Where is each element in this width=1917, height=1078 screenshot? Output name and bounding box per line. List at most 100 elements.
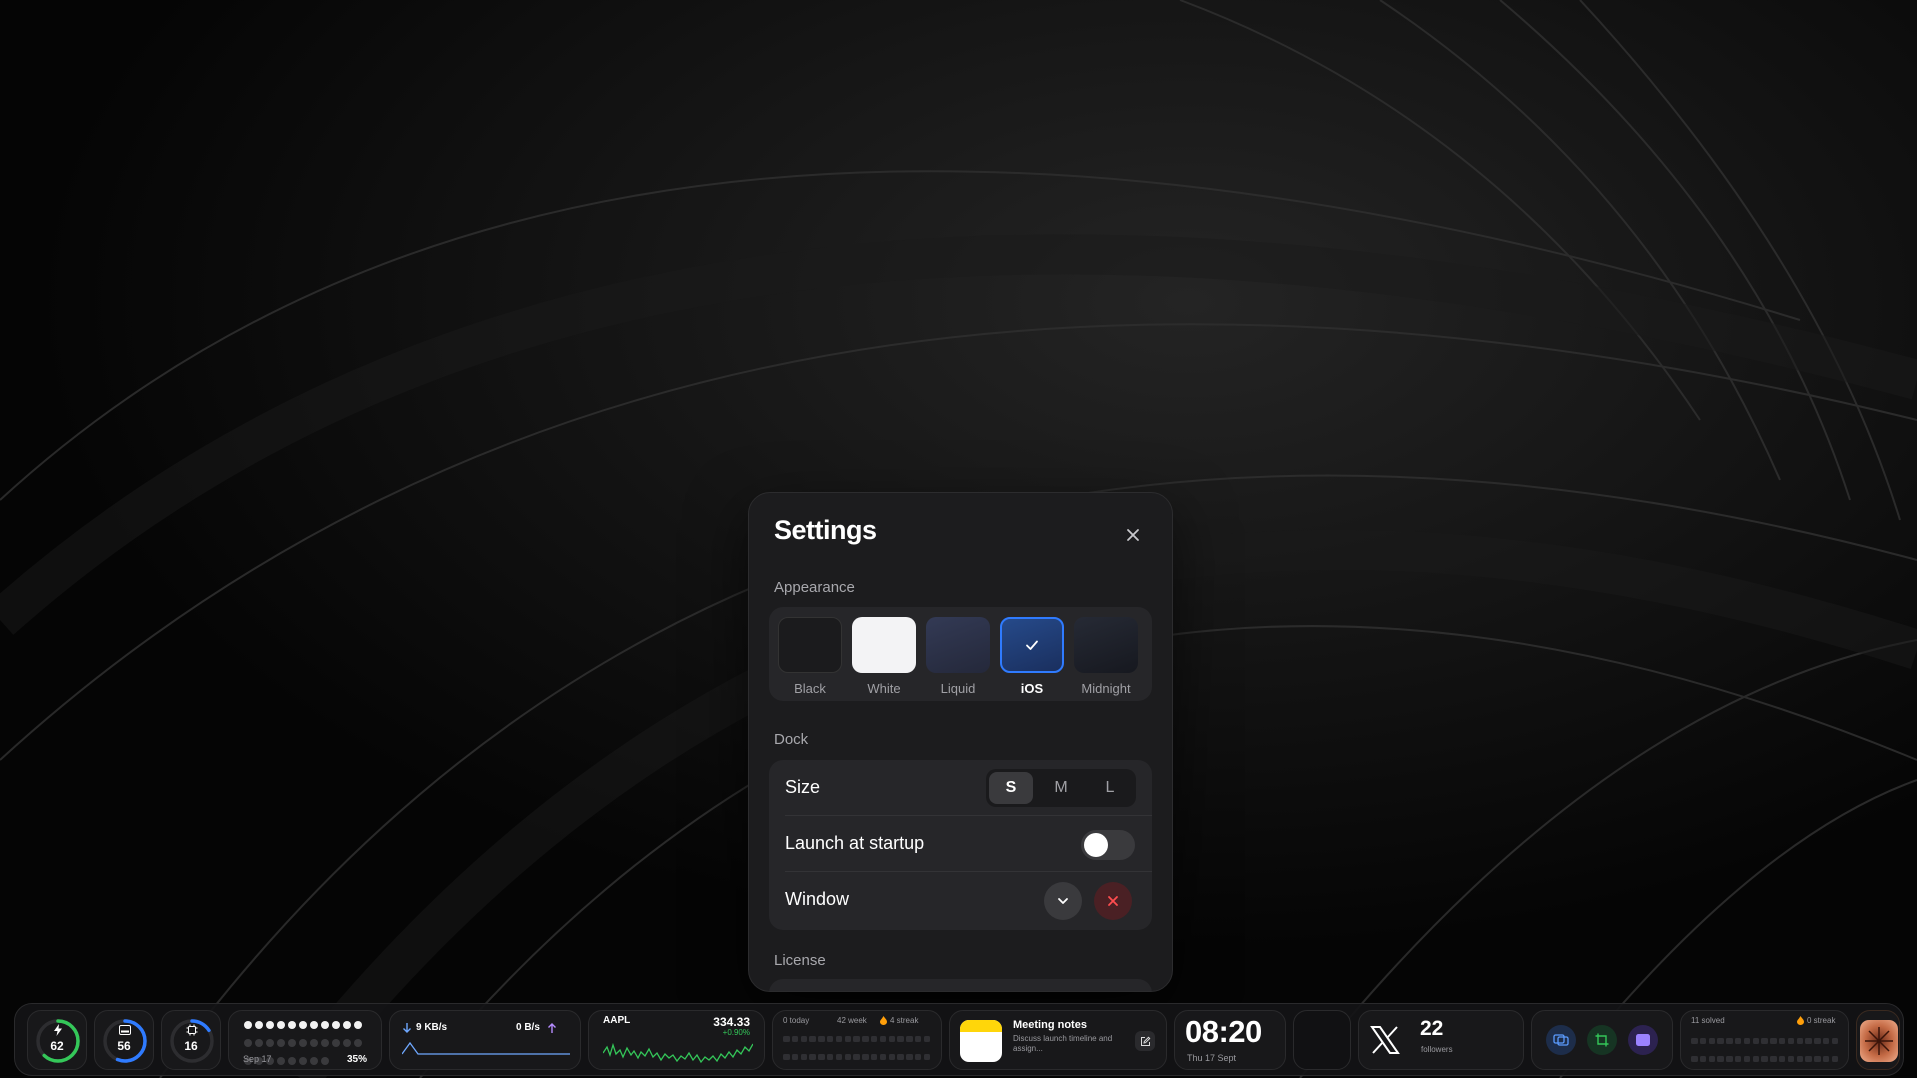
calendar-percent: 35% (346, 1054, 367, 1065)
launch-at-startup-toggle[interactable] (1081, 830, 1135, 860)
follower-label: followers (1421, 1045, 1453, 1054)
size-option-s[interactable]: S (989, 772, 1033, 804)
habit-cell (862, 1035, 869, 1042)
size-option-l[interactable]: L (1088, 772, 1132, 804)
habit-cell (879, 1035, 887, 1042)
habit-cell (791, 1035, 799, 1042)
launch-at-startup-label: Launch at startup (785, 833, 925, 853)
stock-symbol: AAPL (603, 1015, 631, 1026)
bolt-icon (54, 1024, 62, 1036)
habit-tracker-widget[interactable]: 0 today 42 week 4 streak (772, 1010, 942, 1070)
challenge-widget[interactable]: 11 solved 0 streak (1680, 1010, 1849, 1070)
habit-cell (914, 1053, 922, 1060)
challenge-cell (1822, 1055, 1830, 1062)
challenge-solved: 11 solved (1691, 1016, 1725, 1025)
challenge-cell (1734, 1037, 1742, 1044)
theme-option-ios[interactable]: iOS (1000, 617, 1064, 696)
battery-widget[interactable]: 62 (27, 1010, 87, 1070)
app-launcher-widget[interactable] (1856, 1010, 1900, 1070)
day-dot (299, 1039, 307, 1047)
stock-widget[interactable]: AAPL 334.33 +0.90% (588, 1010, 765, 1070)
challenge-cell (1743, 1037, 1751, 1044)
quick-apps-widget (1531, 1010, 1673, 1070)
habit-cell (800, 1035, 808, 1042)
habit-streak: 4 streak (890, 1016, 919, 1025)
day-dot (288, 1057, 296, 1065)
checkmark-icon (1026, 640, 1038, 650)
day-dot (343, 1039, 351, 1047)
theme-picker: Black White Liquid iOS Midnight (769, 607, 1152, 701)
close-icon (1108, 896, 1118, 906)
new-note-button[interactable] (1135, 1031, 1155, 1051)
theme-swatch-white (852, 617, 916, 673)
window-close-button[interactable] (1094, 882, 1132, 920)
habit-cell (844, 1035, 852, 1042)
challenge-cell (1699, 1037, 1707, 1044)
habit-cell (783, 1053, 790, 1060)
window-expand-button[interactable] (1044, 882, 1082, 920)
habit-cell (897, 1053, 904, 1060)
day-dot (310, 1057, 318, 1065)
arrow-down-icon (403, 1023, 411, 1033)
habit-grid (783, 1031, 933, 1069)
theme-option-black[interactable]: Black (778, 617, 842, 696)
license-section-label: License (774, 952, 826, 969)
challenge-cell (1743, 1055, 1751, 1062)
day-dot (255, 1039, 263, 1047)
year-progress-widget[interactable]: Sep 17 35% (228, 1010, 382, 1070)
challenge-cell (1761, 1055, 1768, 1062)
clock-widget[interactable]: 08:20 Thu 17 Sept (1174, 1010, 1286, 1070)
dock-section-label: Dock (774, 731, 809, 748)
theme-swatch-black (778, 617, 842, 673)
clock-time: 08:20 (1185, 1014, 1262, 1049)
challenge-cell (1770, 1037, 1777, 1044)
dock-bar: 62 56 16 Sep 17 35% 9 KB/s 0 B/s AAPL 33… (14, 1003, 1904, 1076)
theme-option-liquid[interactable]: Liquid (926, 617, 990, 696)
window-row: Window (769, 872, 1152, 927)
habit-cell (879, 1053, 887, 1060)
challenge-cell (1752, 1055, 1760, 1062)
appearance-section-label: Appearance (774, 579, 855, 596)
day-dot (277, 1039, 285, 1047)
cpu-value: 16 (184, 1039, 198, 1053)
social-widget[interactable]: 22 followers (1358, 1010, 1524, 1070)
network-widget[interactable]: 9 KB/s 0 B/s (389, 1010, 581, 1070)
habit-cell (791, 1053, 799, 1060)
close-button[interactable] (1121, 523, 1145, 547)
chip-icon (186, 1024, 198, 1036)
screens-app-button[interactable] (1546, 1025, 1576, 1055)
day-dot (244, 1039, 252, 1047)
note-title: Meeting notes (1013, 1019, 1087, 1031)
habit-cell (870, 1035, 878, 1042)
empty-widget-slot[interactable] (1293, 1010, 1351, 1070)
day-dot (310, 1039, 318, 1047)
crop-app-button[interactable] (1587, 1025, 1617, 1055)
theme-label: Midnight (1081, 681, 1131, 696)
stock-price: 334.33 (713, 1015, 750, 1029)
notes-widget[interactable]: Meeting notes Discuss launch timeline an… (949, 1010, 1167, 1070)
challenge-cell (1822, 1037, 1830, 1044)
habit-cell (923, 1035, 931, 1042)
crop-icon (1595, 1033, 1609, 1047)
cpu-widget[interactable]: 16 (161, 1010, 221, 1070)
day-dot (299, 1021, 307, 1029)
size-option-m[interactable]: M (1039, 772, 1083, 804)
challenge-cell (1717, 1055, 1724, 1062)
day-dot (277, 1021, 285, 1029)
window-app-button[interactable] (1628, 1025, 1658, 1055)
calendar-date: Sep 17 (243, 1054, 272, 1064)
challenge-cell (1691, 1055, 1698, 1062)
license-group (769, 979, 1152, 991)
storage-widget[interactable]: 56 (94, 1010, 154, 1070)
theme-option-midnight[interactable]: Midnight (1074, 617, 1138, 696)
habit-cell (888, 1053, 896, 1060)
day-dot (354, 1039, 362, 1047)
day-dot (288, 1039, 296, 1047)
dock-settings-group: Size S M L Launch at startup Window (769, 760, 1152, 930)
challenge-cell (1717, 1037, 1724, 1044)
habit-cell (826, 1035, 834, 1042)
theme-option-white[interactable]: White (852, 617, 916, 696)
day-dot (354, 1021, 362, 1029)
day-dot (332, 1039, 340, 1047)
follower-count: 22 (1420, 1017, 1444, 1040)
